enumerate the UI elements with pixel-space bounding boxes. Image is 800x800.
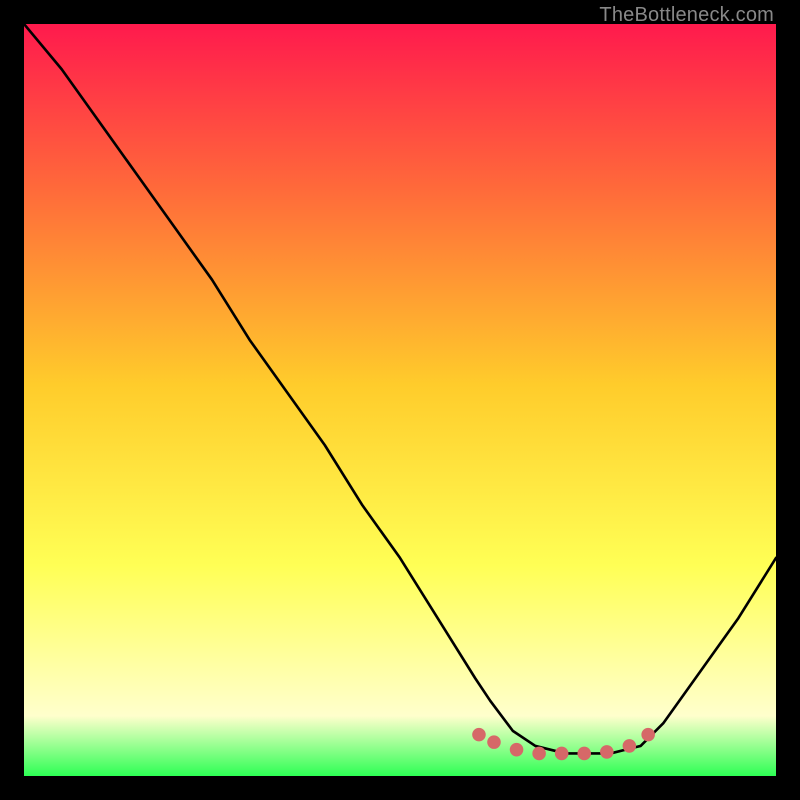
curve-markers [472,728,655,760]
curve-marker [623,739,637,753]
curve-marker [641,728,655,742]
curve-marker [577,747,591,761]
curve-marker [510,743,524,757]
curve-line [24,24,776,753]
curve-layer [24,24,776,776]
curve-marker [555,747,569,761]
curve-marker [532,747,546,761]
plot-area [24,24,776,776]
curve-marker [472,728,486,742]
curve-marker [600,745,614,759]
curve-marker [487,735,501,749]
chart-outer-frame: TheBottleneck.com [0,0,800,800]
